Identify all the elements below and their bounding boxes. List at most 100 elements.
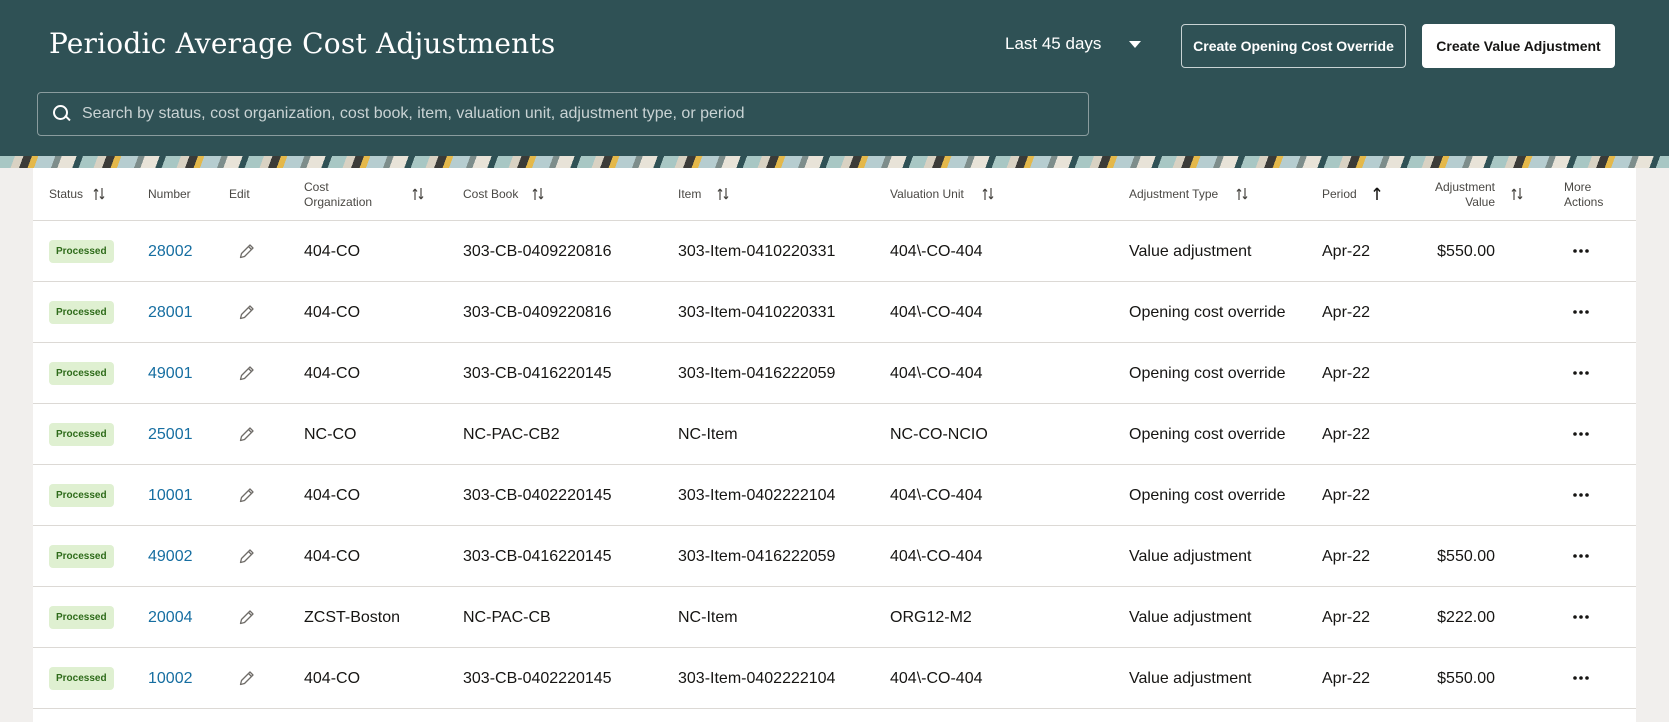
column-header-cost-book[interactable]: Cost Book	[463, 168, 518, 221]
pencil-icon[interactable]	[238, 364, 256, 382]
adjustment-number-link[interactable]: 25001	[148, 426, 193, 444]
pencil-icon[interactable]	[238, 547, 256, 565]
adjustment-type-cell: Opening cost override	[1129, 364, 1286, 382]
status-badge: Processed	[49, 240, 114, 263]
period-cell: Apr-22	[1322, 669, 1371, 687]
pencil-icon[interactable]	[238, 608, 256, 626]
table-row[interactable]: Processed 10001 404-CO 303-CB-0402220145 303…	[33, 465, 1636, 526]
item-cell: NC-Item	[678, 608, 738, 626]
sort-icon[interactable]	[412, 187, 424, 201]
valuation-unit-cell: 404\-CO-404	[890, 242, 983, 260]
adjustment-type-cell: Value adjustment	[1129, 547, 1252, 565]
more-actions-icon[interactable]	[1571, 426, 1591, 442]
adjustment-type-cell: Opening cost override	[1129, 425, 1286, 443]
table-header: Status Number Edit Cost Organization Cos…	[33, 168, 1636, 221]
sort-icon[interactable]	[982, 187, 994, 201]
adjustment-value-cell: $550.00	[1437, 669, 1495, 687]
date-range-label: Last 45 days	[1005, 34, 1102, 53]
more-actions-icon[interactable]	[1571, 243, 1591, 259]
adjustment-number-link[interactable]: 28001	[148, 304, 193, 322]
period-cell: Apr-22	[1322, 486, 1371, 504]
column-header-line: Actions	[1564, 194, 1604, 209]
sort-icon[interactable]	[93, 187, 105, 201]
sort-icon[interactable]	[532, 187, 544, 201]
more-actions-icon[interactable]	[1571, 487, 1591, 503]
pencil-icon[interactable]	[238, 425, 256, 443]
item-cell: 303-Item-0402222104	[678, 669, 836, 687]
table-row[interactable]: Processed 49002 404-CO 303-CB-0416220145 303…	[33, 526, 1636, 587]
cost-book-cell: NC-PAC-CB	[463, 608, 551, 626]
pencil-icon[interactable]	[238, 242, 256, 260]
valuation-unit-cell: 404\-CO-404	[890, 364, 983, 382]
page-title: Periodic Average Cost Adjustments	[49, 27, 556, 60]
adjustment-number-link[interactable]: 49001	[148, 365, 193, 383]
table-row[interactable]: Processed 49001 404-CO 303-CB-0416220145 303…	[33, 343, 1636, 404]
period-cell: Apr-22	[1322, 242, 1371, 260]
item-cell: 303-Item-0416222059	[678, 364, 836, 382]
column-header-number[interactable]: Number	[148, 168, 191, 221]
cost-book-cell: 303-CB-0416220145	[463, 547, 612, 565]
more-actions-icon[interactable]	[1571, 304, 1591, 320]
pencil-icon[interactable]	[238, 486, 256, 504]
number-cell: 20004	[148, 587, 193, 648]
cost-book-cell: 303-CB-0409220816	[463, 303, 612, 321]
decorative-banner	[0, 156, 1669, 168]
date-range-select[interactable]: Last 45 days	[1005, 34, 1142, 54]
status-badge: Processed	[49, 667, 114, 690]
column-header-valuation-unit[interactable]: Valuation Unit	[890, 168, 964, 221]
column-header-edit: Edit	[229, 187, 250, 201]
valuation-unit-cell: 404\-CO-404	[890, 303, 983, 321]
more-actions-icon[interactable]	[1571, 548, 1591, 564]
sort-ascending-icon[interactable]	[1371, 187, 1383, 201]
column-header-more-actions: More Actions	[1564, 168, 1603, 221]
adjustment-number-link[interactable]: 49002	[148, 548, 193, 566]
cost-organization-cell: NC-CO	[304, 425, 357, 443]
number-cell: 49002	[148, 526, 193, 587]
column-header-line: Adjustment	[1434, 179, 1495, 194]
column-header-adjustment-value[interactable]: Adjustment Value	[1413, 168, 1495, 221]
adjustment-number-link[interactable]: 28002	[148, 243, 193, 261]
column-header-period[interactable]: Period	[1322, 168, 1357, 221]
item-cell: 303-Item-0402222104	[678, 486, 836, 504]
adjustment-number-link[interactable]: 10001	[148, 487, 193, 505]
column-header-adjustment-type[interactable]: Adjustment Type	[1129, 168, 1218, 221]
table-row[interactable]: Processed 25001 NC-CO NC-PAC-CB2 NC-Item NC-C…	[33, 404, 1636, 465]
status-badge: Processed	[49, 545, 114, 568]
column-header-status[interactable]: Status	[49, 168, 83, 221]
cost-organization-cell: ZCST-Boston	[304, 608, 401, 626]
valuation-unit-cell: 404\-CO-404	[890, 486, 983, 504]
period-cell: Apr-22	[1322, 425, 1371, 443]
sort-icon[interactable]	[1236, 187, 1248, 201]
adjustment-value-cell	[1373, 404, 1495, 465]
create-opening-cost-override-button[interactable]: Create Opening Cost Override	[1181, 24, 1406, 68]
adjustment-type-cell: Opening cost override	[1129, 303, 1286, 321]
pencil-icon[interactable]	[238, 303, 256, 321]
adjustment-value-cell	[1373, 465, 1495, 526]
item-cell: NC-Item	[678, 425, 738, 443]
adjustment-number-link[interactable]: 20004	[148, 609, 193, 627]
number-cell: 25001	[148, 404, 193, 465]
adjustments-table: Status Number Edit Cost Organization Cos…	[33, 168, 1636, 722]
create-value-adjustment-button[interactable]: Create Value Adjustment	[1422, 24, 1615, 68]
search-input[interactable]	[82, 94, 1088, 134]
adjustment-number-link[interactable]: 10002	[148, 670, 193, 688]
sort-icon[interactable]	[1511, 187, 1523, 201]
table-row[interactable]: Processed 20004 ZCST-Boston NC-PAC-CB NC-Ite…	[33, 587, 1636, 648]
number-cell: 10001	[148, 465, 193, 526]
sort-icon[interactable]	[717, 187, 729, 201]
table-row[interactable]: Processed 10002 404-CO 303-CB-0402220145 303…	[33, 648, 1636, 709]
table-row[interactable]: Processed 28002 404-CO 303-CB-0409220816 303…	[33, 221, 1636, 282]
pencil-icon[interactable]	[238, 669, 256, 687]
period-cell: Apr-22	[1322, 608, 1371, 626]
more-actions-icon[interactable]	[1571, 609, 1591, 625]
number-cell: 10002	[148, 648, 193, 709]
chevron-down-icon	[1129, 40, 1142, 48]
number-cell: 28001	[148, 282, 193, 343]
table-row[interactable]: Processed 28001 404-CO 303-CB-0409220816 303…	[33, 282, 1636, 343]
column-header-item[interactable]: Item	[678, 168, 701, 221]
more-actions-icon[interactable]	[1571, 365, 1591, 381]
adjustment-type-cell: Value adjustment	[1129, 242, 1252, 260]
valuation-unit-cell: ORG12-M2	[890, 608, 972, 626]
more-actions-icon[interactable]	[1571, 670, 1591, 686]
column-header-cost-organization[interactable]: Cost Organization	[304, 168, 372, 221]
